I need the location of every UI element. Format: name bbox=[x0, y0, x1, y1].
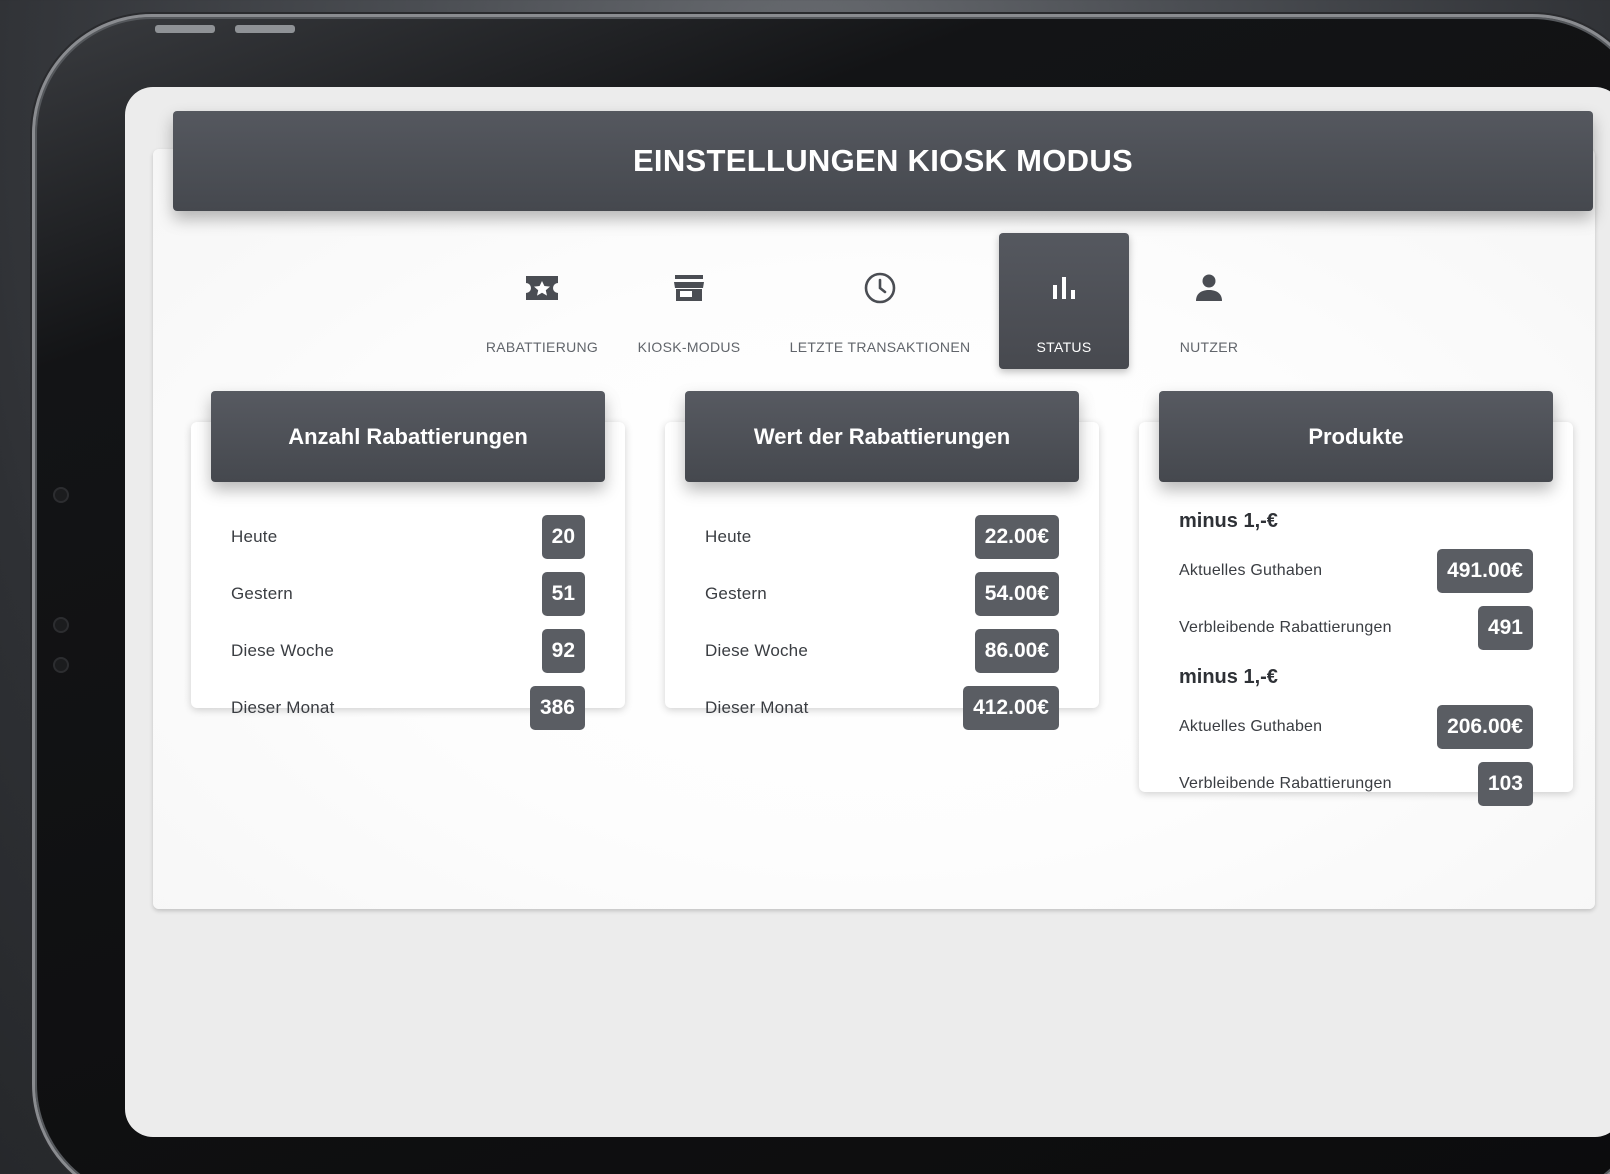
tab-kiosk-modus[interactable]: KIOSK-MODUS bbox=[627, 233, 751, 369]
stat-row: Heute 22.00€ bbox=[705, 508, 1059, 565]
stat-label: Heute bbox=[231, 526, 278, 546]
product-row: Aktuelles Guthaben 491.00€ bbox=[1179, 542, 1533, 599]
stat-label: Gestern bbox=[705, 583, 767, 603]
stat-row: Dieser Monat 412.00€ bbox=[705, 679, 1059, 736]
stat-row: Gestern 54.00€ bbox=[705, 565, 1059, 622]
product-value-badge: 491.00€ bbox=[1437, 548, 1533, 593]
stat-value-badge: 22.00€ bbox=[974, 514, 1059, 559]
stat-value-badge: 92 bbox=[541, 628, 585, 673]
stats-list: Heute 22.00€ Gestern 54.00€ Diese Woche … bbox=[705, 508, 1059, 736]
product-label: Verbleibende Rabattierungen bbox=[1179, 774, 1392, 792]
card-title: Anzahl Rabattierungen bbox=[211, 391, 605, 482]
sensor-dot bbox=[53, 657, 69, 673]
sensor-dot bbox=[53, 617, 69, 633]
product-label: Aktuelles Guthaben bbox=[1179, 561, 1323, 579]
stat-row: Dieser Monat 386 bbox=[231, 679, 585, 736]
tab-status[interactable]: STATUS bbox=[999, 233, 1129, 369]
volume-button bbox=[235, 25, 295, 33]
bar-chart-icon bbox=[1050, 271, 1078, 305]
product-row: Verbleibende Rabattierungen 103 bbox=[1179, 755, 1533, 812]
card-wert-rabattierungen: Wert der Rabattierungen Heute 22.00€ Ges… bbox=[665, 391, 1099, 730]
product-label: Aktuelles Guthaben bbox=[1179, 717, 1323, 735]
product-row: Aktuelles Guthaben 206.00€ bbox=[1179, 698, 1533, 755]
tablet-frame: EINSTELLUNGEN KIOSK MODUS RABATTIERUNG K… bbox=[32, 14, 1610, 1174]
stat-label: Gestern bbox=[231, 583, 293, 603]
stat-row: Diese Woche 86.00€ bbox=[705, 622, 1059, 679]
card-anzahl-rabattierungen: Anzahl Rabattierungen Heute 20 Gestern 5… bbox=[191, 391, 625, 730]
sensor-dot bbox=[53, 487, 69, 503]
stat-label: Diese Woche bbox=[231, 640, 334, 660]
stat-row: Heute 20 bbox=[231, 508, 585, 565]
stat-label: Dieser Monat bbox=[231, 697, 335, 717]
product-value-badge: 491 bbox=[1477, 605, 1533, 650]
stat-value-badge: 51 bbox=[541, 571, 585, 616]
tab-nutzer[interactable]: NUTZER bbox=[1149, 233, 1269, 369]
stat-value-badge: 386 bbox=[529, 685, 585, 730]
stat-value-badge: 86.00€ bbox=[974, 628, 1059, 673]
stat-row: Diese Woche 92 bbox=[231, 622, 585, 679]
stats-list: Heute 20 Gestern 51 Diese Woche 92 Diese… bbox=[231, 508, 585, 736]
product-list: minus 1,-€ Aktuelles Guthaben 491.00€ Ve… bbox=[1179, 500, 1533, 812]
product-row: Verbleibende Rabattierungen 491 bbox=[1179, 599, 1533, 656]
volume-button bbox=[155, 25, 215, 33]
stat-label: Heute bbox=[705, 526, 752, 546]
screen: EINSTELLUNGEN KIOSK MODUS RABATTIERUNG K… bbox=[125, 87, 1610, 1137]
page-title: EINSTELLUNGEN KIOSK MODUS bbox=[632, 143, 1134, 178]
stat-value-badge: 412.00€ bbox=[963, 685, 1059, 730]
stat-row: Gestern 51 bbox=[231, 565, 585, 622]
stat-label: Dieser Monat bbox=[705, 697, 809, 717]
clock-icon bbox=[863, 271, 897, 305]
person-icon bbox=[1194, 271, 1224, 305]
ticket-star-icon bbox=[525, 271, 559, 305]
product-value-badge: 206.00€ bbox=[1437, 704, 1533, 749]
card-produkte: Produkte minus 1,-€ Aktuelles Guthaben 4… bbox=[1139, 391, 1573, 806]
stat-label: Diese Woche bbox=[705, 640, 808, 660]
stat-value-badge: 20 bbox=[541, 514, 585, 559]
tab-bar: RABATTIERUNG KIOSK-MODUS LETZTE TRANSAKT… bbox=[125, 233, 1610, 373]
product-value-badge: 103 bbox=[1477, 761, 1533, 806]
tab-rabattierung[interactable]: RABATTIERUNG bbox=[477, 233, 607, 369]
product-name: minus 1,-€ bbox=[1179, 665, 1278, 688]
card-title: Wert der Rabattierungen bbox=[685, 391, 1079, 482]
tab-letzte-transaktionen[interactable]: LETZTE TRANSAKTIONEN bbox=[781, 233, 979, 369]
page-header: EINSTELLUNGEN KIOSK MODUS bbox=[173, 111, 1593, 211]
card-title: Produkte bbox=[1159, 391, 1553, 482]
stat-value-badge: 54.00€ bbox=[974, 571, 1059, 616]
product-name: minus 1,-€ bbox=[1179, 509, 1278, 532]
product-label: Verbleibende Rabattierungen bbox=[1179, 618, 1392, 636]
store-icon bbox=[673, 271, 705, 305]
